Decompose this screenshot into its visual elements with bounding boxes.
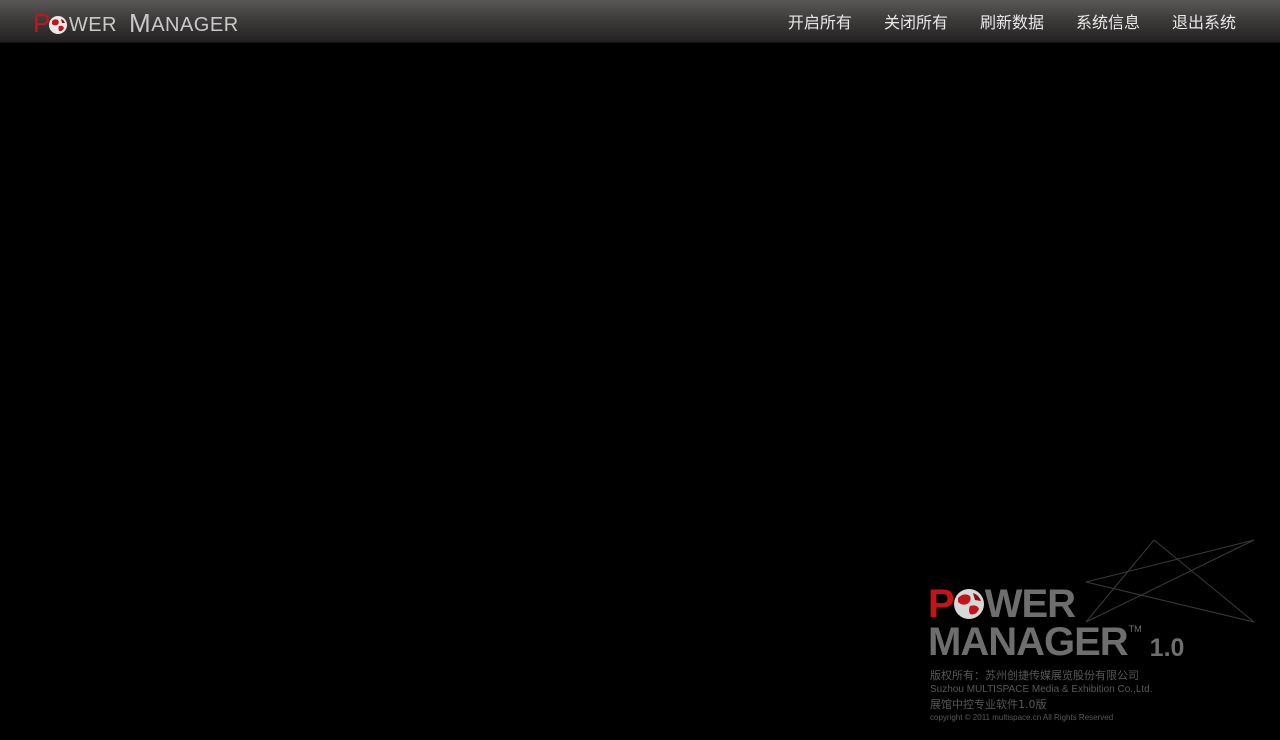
trademark-mark: TM (1128, 624, 1142, 634)
logo-word1-rest: WER (68, 14, 118, 36)
logo-word2-rest: ANAGER (151, 14, 239, 36)
main-nav: 开启所有 关闭所有 刷新数据 系统信息 退出系统 (788, 0, 1236, 42)
company-en: Suzhou MULTISPACE Media & Exhibition Co.… (930, 684, 1153, 695)
logo-letter-m: M (129, 8, 152, 38)
system-info-button[interactable]: 系统信息 (1076, 9, 1140, 33)
refresh-data-button[interactable]: 刷新数据 (980, 9, 1044, 33)
brand-logo: P WER MANAGER TM 1.0 (928, 582, 1185, 664)
copyright-cn: 版权所有：苏州创捷传媒展览股份有限公司 (930, 669, 1139, 682)
top-bar: P WER M ANAGER 开启所有 关闭所有 刷新数据 系统信息 退出系统 (0, 0, 1280, 43)
open-all-button[interactable]: 开启所有 (788, 9, 852, 33)
version-number: 1.0 (1149, 634, 1185, 662)
brand-letter-p: P (928, 582, 955, 626)
copyright-info: 版权所有：苏州创捷传媒展览股份有限公司 Suzhou MULTISPACE Me… (930, 669, 1153, 724)
globe-icon (953, 589, 984, 619)
brand-word2: MANAGER (928, 620, 1129, 664)
exit-system-button[interactable]: 退出系统 (1172, 9, 1236, 33)
app-logo: P WER M ANAGER (33, 6, 239, 36)
globe-icon (48, 16, 67, 34)
product-cn: 展馆中控专业软件1.0版 (930, 698, 1047, 711)
copyright-en: copyright © 2011 multispace.cn All Right… (930, 713, 1114, 722)
brand-word1-rest: WER (984, 582, 1076, 626)
close-all-button[interactable]: 关闭所有 (884, 9, 948, 33)
